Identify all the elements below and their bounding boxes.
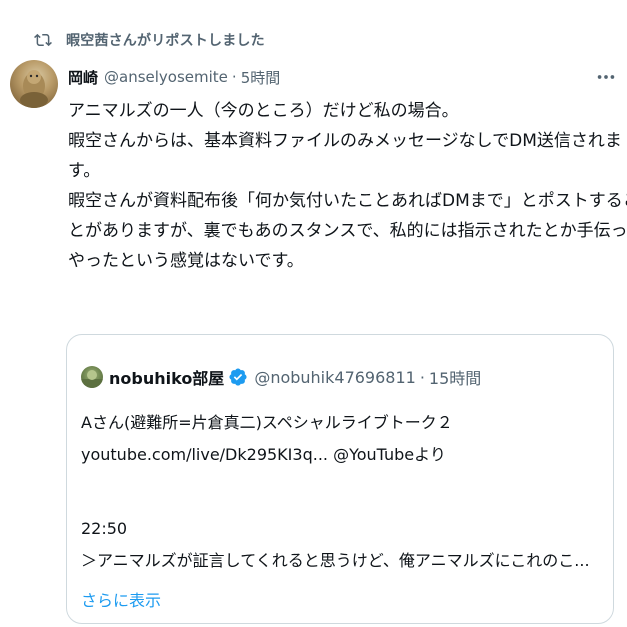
repost-indicator[interactable]: 暇空茜さんがリポストしました [34, 28, 265, 52]
quoted-author-name: nobuhiko部屋 [109, 369, 225, 388]
quoted-author-avatar [81, 366, 103, 388]
separator-dot: · [231, 68, 237, 86]
post-text-line: アニマルズの一人（今のところ）だけど私の場合。 [68, 101, 459, 121]
quoted-text-line: Aさん(避難所=片倉真二)スペシャルライブトーク２ [81, 413, 453, 432]
post-text-line: 暇空さんが資料配布後「何か気付いたことあればDMまで」とポストするこ [68, 191, 627, 211]
repost-text: 暇空茜さんがリポストしました [66, 33, 265, 49]
post-text-line: やったという感覚はないです。 [68, 251, 304, 271]
quoted-post-header: nobuhiko部屋 @nobuhik47696811 · 15時間 [81, 363, 481, 391]
separator-dot: · [419, 367, 425, 387]
verified-badge-icon [228, 367, 248, 387]
quoted-post-time: 15時間 [428, 369, 482, 388]
author-handle[interactable]: @anselyosemite [104, 68, 228, 86]
post-text-line: 暇空さんからは、基本資料ファイルのみメッセージなしでDM送信されま [68, 131, 622, 151]
more-options-icon[interactable] [595, 66, 617, 88]
quoted-text-line: 22:50 [81, 519, 128, 538]
quoted-post-text: Aさん(避難所=片倉真二)スペシャルライブトーク２ youtube.com/li… [81, 407, 601, 577]
post-time[interactable]: 5時間 [241, 67, 281, 88]
post-text-line: とがありますが、裏でもあのスタンスで、私的には指示されたとか手伝って [68, 221, 627, 241]
post-text: アニマルズの一人（今のところ）だけど私の場合。 暇空さんからは、基本資料ファイル… [68, 96, 627, 276]
post-header: 岡崎 @anselyosemite · 5時間 [68, 64, 617, 90]
author-avatar[interactable] [10, 60, 58, 108]
author-name[interactable]: 岡崎 [68, 67, 98, 88]
repost-icon [34, 31, 52, 49]
post-text-line: す。 [68, 161, 101, 181]
quoted-post-card[interactable]: nobuhiko部屋 @nobuhik47696811 · 15時間 Aさん(避… [66, 334, 614, 624]
quoted-text-line: ＞アニマルズが証言してくれると思うけど、俺アニマルズにこれのこ... [81, 551, 590, 570]
quoted-author-handle: @nobuhik47696811 [254, 367, 416, 387]
post-view: 暇空茜さんがリポストしました 岡崎 @anselyosemite · 5時間 ア… [0, 0, 627, 627]
quoted-link-text: youtube.com/live/Dk295KI3q... @YouTubeより [81, 445, 446, 464]
show-more-link[interactable]: さらに表示 [81, 589, 161, 613]
